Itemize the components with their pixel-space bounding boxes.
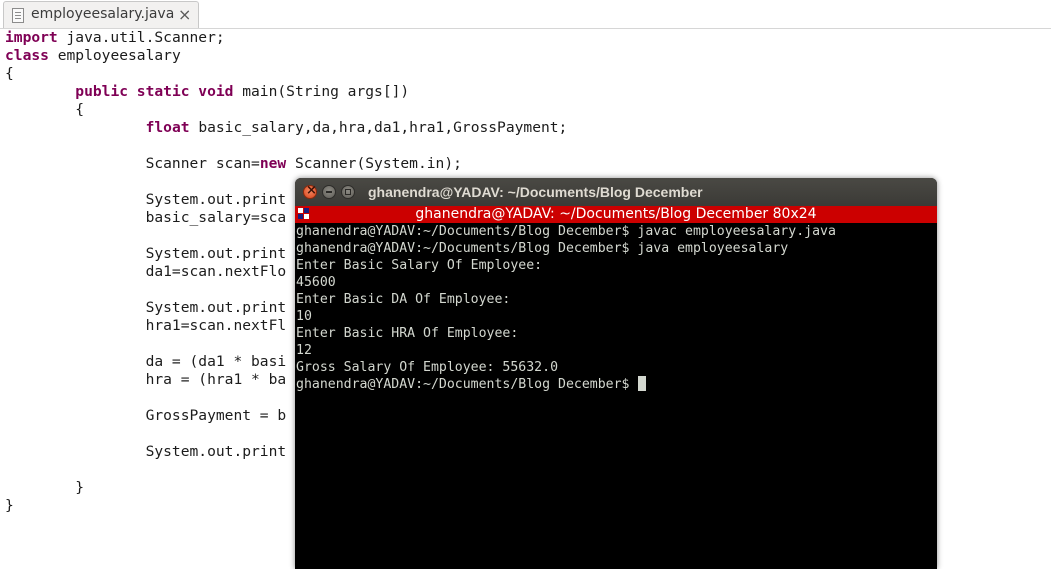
- code-text: System.out.print: [5, 191, 287, 208]
- code-keyword: float: [145, 119, 190, 136]
- code-text: java.util.Scanner;: [57, 29, 225, 46]
- code-keyword: public static void: [75, 83, 234, 100]
- terminal-line: Enter Basic DA Of Employee:: [296, 292, 511, 307]
- code-text: {: [5, 101, 85, 118]
- code-keyword: class: [5, 47, 49, 64]
- code-text: basic_salary,da,hra,da1,hra1,GrossPaymen…: [189, 119, 568, 136]
- terminal-line: Enter Basic HRA Of Employee:: [296, 326, 519, 341]
- minimize-window-icon[interactable]: [322, 185, 336, 199]
- code-text: main(String args[]): [233, 83, 410, 100]
- terminal-line: 10: [296, 309, 312, 324]
- editor-tab-label: employeesalary.java: [31, 6, 175, 22]
- terminal-tab-bar: ghanendra@YADAV: ~/Documents/Blog Decemb…: [295, 206, 937, 223]
- code-text: GrossPayment = b: [5, 407, 287, 424]
- terminal-line: 45600: [296, 275, 336, 290]
- code-text: }: [5, 497, 14, 514]
- terminal-line: 12: [296, 343, 312, 358]
- code-line: class employeesalary: [5, 47, 1051, 65]
- code-line: public static void main(String args[]): [5, 83, 1051, 101]
- code-text: da1=scan.nextFlo: [5, 263, 287, 280]
- terminal-tab-title: ghanendra@YADAV: ~/Documents/Blog Decemb…: [415, 206, 817, 222]
- terminal-window-title: ghanendra@YADAV: ~/Documents/Blog Decemb…: [368, 184, 703, 200]
- terminal-line: Gross Salary Of Employee: 55632.0: [296, 360, 559, 375]
- java-file-icon: [12, 8, 24, 23]
- terminal-line: ghanendra@YADAV:~/Documents/Blog Decembe…: [296, 241, 789, 256]
- code-text: System.out.print: [5, 245, 287, 262]
- code-text: Scanner scan=: [5, 155, 260, 172]
- close-window-icon[interactable]: [303, 183, 317, 199]
- terminal-window[interactable]: ghanendra@YADAV: ~/Documents/Blog Decemb…: [295, 178, 937, 569]
- terminal-cursor: [638, 376, 647, 391]
- close-tab-icon[interactable]: ×: [178, 5, 191, 24]
- code-keyword: import: [5, 29, 58, 46]
- code-text: basic_salary=sca: [5, 209, 287, 226]
- code-text: employeesalary: [48, 47, 181, 64]
- terminal-output[interactable]: ghanendra@YADAV:~/Documents/Blog Decembe…: [296, 223, 937, 393]
- code-text: System.out.print: [5, 443, 287, 460]
- code-text: da = (da1 * basi: [5, 353, 287, 370]
- code-line: import java.util.Scanner;: [5, 29, 1051, 47]
- code-line: {: [5, 65, 1051, 83]
- code-line: float basic_salary,da,hra,da1,hra1,Gross…: [5, 119, 1051, 137]
- editor-tab-bar: employeesalary.java ×: [0, 0, 1051, 29]
- terminal-title-bar[interactable]: ghanendra@YADAV: ~/Documents/Blog Decemb…: [295, 178, 937, 206]
- code-text: hra = (hra1 * ba: [5, 371, 287, 388]
- code-text: Scanner(System.in);: [286, 155, 462, 172]
- terminal-line: Enter Basic Salary Of Employee:: [296, 258, 543, 273]
- code-keyword: new: [259, 155, 287, 172]
- maximize-window-icon[interactable]: [341, 185, 355, 199]
- code-text: {: [5, 65, 14, 82]
- terminal-line: ghanendra@YADAV:~/Documents/Blog Decembe…: [296, 224, 836, 239]
- code-text: }: [5, 479, 85, 496]
- code-text: hra1=scan.nextFl: [5, 317, 287, 334]
- terminal-line: ghanendra@YADAV:~/Documents/Blog Decembe…: [296, 376, 937, 393]
- code-line: {: [5, 101, 1051, 119]
- code-text: System.out.print: [5, 299, 287, 316]
- editor-tab-employeesalary[interactable]: employeesalary.java ×: [3, 1, 199, 28]
- code-line: Scanner scan=new Scanner(System.in);: [5, 155, 1051, 173]
